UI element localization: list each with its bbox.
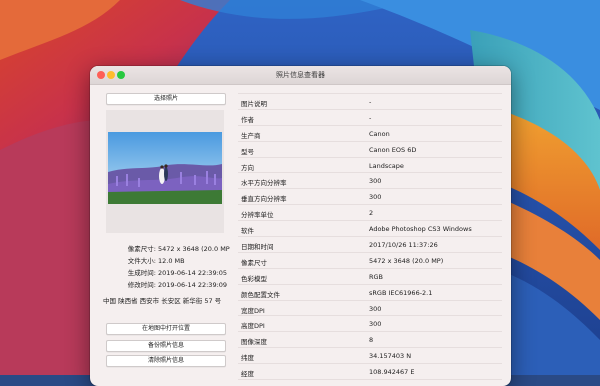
table-row: 图像深度 8	[238, 332, 502, 349]
table-row: 生产商 Canon	[238, 126, 502, 142]
table-row: 水平方向分辨率 300	[238, 173, 502, 190]
location-address: 中国 陕西省 西安市 长安区 新华街 57 号	[103, 297, 222, 305]
open-in-map-button[interactable]: 在地图中打开位置	[106, 323, 226, 335]
table-row: 宽度DPI 300	[238, 301, 502, 317]
window-title: 照片信息查看器	[276, 71, 325, 79]
table-row: 作者 -	[238, 110, 502, 126]
table-row: 垂直方向分辨率 300	[238, 189, 502, 206]
table-row: 纬度 34.157403 N	[238, 348, 502, 365]
modified-time-info: 修改时间: 2019-06-14 22:39:09	[127, 281, 228, 289]
file-size-info: 文件大小: 12.0 MB	[127, 257, 185, 265]
table-row: 图片说明 -	[238, 94, 502, 110]
photo-info-window: 照片信息查看器 选择照片 像素尺寸: 5472 x 3648 (20.0 MP …	[90, 66, 511, 386]
table-row: 经度 108.942467 E	[238, 364, 502, 381]
table-row: 像素尺寸 5472 x 3648 (20.0 MP)	[238, 253, 502, 269]
created-time-info: 生成时间: 2019-06-14 22:39:05	[127, 269, 228, 277]
table-row: 分辨率单位 2	[238, 205, 502, 222]
pixel-size-info: 像素尺寸: 5472 x 3648 (20.0 MP	[127, 245, 230, 253]
photo-preview	[106, 110, 224, 233]
table-row: 日期和时间 2017/10/26 11:37:26	[238, 237, 502, 253]
title-bar: 照片信息查看器	[90, 66, 511, 85]
select-photo-button[interactable]: 选择照片	[106, 93, 226, 105]
clear-info-button[interactable]: 清除照片信息	[106, 355, 226, 367]
table-row: 方向 Landscape	[238, 158, 502, 174]
table-row: 软件 Adobe Photoshop CS3 Windows	[238, 221, 502, 238]
backup-info-button[interactable]: 备份照片信息	[106, 340, 226, 352]
table-row: 高度DPI 300	[238, 316, 502, 333]
table-row: 颜色配置文件 sRGB IEC61966-2.1	[238, 285, 502, 301]
metadata-table: 图片说明 - 作者 - 生产商 Canon 型号 Canon EOS 6D 方向 Land…	[238, 93, 502, 381]
table-row: 型号 Canon EOS 6D	[238, 142, 502, 158]
photo-thumbnail	[108, 132, 222, 204]
table-row: 色彩模型 RGB	[238, 269, 502, 285]
